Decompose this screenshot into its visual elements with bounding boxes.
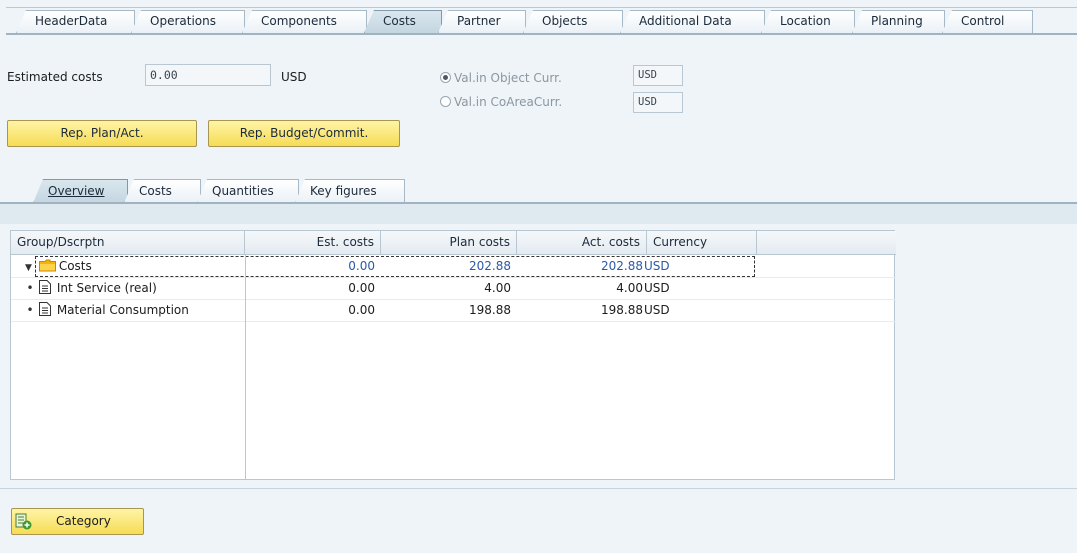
currency-label: USD (281, 70, 307, 84)
radio-unselected-icon (440, 96, 451, 107)
estimated-costs-label: Estimated costs (7, 70, 103, 84)
rep-budget-commit-button[interactable]: Rep. Budget/Commit. (208, 120, 400, 147)
tree-node-int-service[interactable]: • Int Service (real) (25, 278, 245, 299)
radio-selected-icon (440, 72, 451, 83)
footer-toolbar (0, 488, 1077, 553)
cell-currency: USD (644, 303, 670, 317)
tab-operations[interactable]: Operations (131, 10, 245, 33)
subtab-key-figures[interactable]: Key figures (295, 179, 405, 203)
subtab-band (0, 204, 1077, 224)
tab-costs[interactable]: Costs (364, 10, 442, 33)
cell-est-costs: 0.00 (348, 303, 375, 317)
category-button-label: Category (56, 514, 111, 528)
table-header: Group/Dscrptn Est. costs Plan costs Act.… (11, 231, 896, 255)
column-header-plan-costs[interactable]: Plan costs (381, 231, 517, 254)
table-row[interactable]: • Material Consumption 0.00 198.88 198.8… (11, 300, 896, 321)
tab-objects[interactable]: Objects (523, 10, 623, 33)
tab-control[interactable]: Control (942, 10, 1033, 33)
estimated-costs-field[interactable]: 0.00 (145, 64, 271, 86)
main-tabstrip: HeaderData Operations Components Costs P… (0, 0, 1077, 34)
add-category-icon (15, 513, 32, 530)
column-header-currency[interactable]: Currency (647, 231, 757, 254)
category-button[interactable]: Category (11, 508, 144, 535)
radio-coarea-currency[interactable]: Val.in CoAreaCurr. (440, 94, 562, 110)
tab-planning[interactable]: Planning (852, 10, 945, 33)
selection-focus-box (35, 256, 755, 277)
tab-components[interactable]: Components (242, 10, 367, 33)
tab-partner[interactable]: Partner (438, 10, 526, 33)
radio-object-currency[interactable]: Val.in Object Curr. (440, 70, 562, 86)
cell-plan-costs: 198.88 (469, 303, 511, 317)
subtab-overview[interactable]: Overview (33, 179, 128, 203)
tab-headerdata[interactable]: HeaderData (16, 10, 135, 33)
rep-plan-act-button[interactable]: Rep. Plan/Act. (7, 120, 197, 147)
column-header-act-costs[interactable]: Act. costs (517, 231, 647, 254)
tree-bullet-icon: • (26, 303, 34, 317)
column-header-est-costs[interactable]: Est. costs (245, 231, 381, 254)
row-separator (11, 321, 896, 322)
cell-currency: USD (644, 281, 670, 295)
table-row[interactable]: • Int Service (real) 0.00 4.00 4.00 USD (11, 278, 896, 299)
expand-triangle-icon[interactable]: ▼ (25, 258, 35, 278)
cell-act-costs: 4.00 (616, 281, 643, 295)
tab-location[interactable]: Location (761, 10, 855, 33)
coarea-currency-field: USD (633, 92, 683, 113)
cell-plan-costs: 4.00 (484, 281, 511, 295)
tree-column-divider (245, 255, 246, 480)
column-header-group[interactable]: Group/Dscrptn (11, 231, 245, 254)
tree-node-material-consumption[interactable]: • Material Consumption (25, 300, 245, 321)
tab-additional-data[interactable]: Additional Data (620, 10, 765, 33)
cell-est-costs: 0.00 (348, 281, 375, 295)
document-icon (38, 302, 51, 316)
tree-bullet-icon: • (26, 281, 34, 295)
subtab-costs[interactable]: Costs (124, 179, 201, 203)
cost-tree-table: Group/Dscrptn Est. costs Plan costs Act.… (10, 230, 896, 480)
subtab-quantities[interactable]: Quantities (197, 179, 299, 203)
tabstrip-underline (6, 33, 1077, 35)
object-currency-field: USD (633, 65, 683, 86)
cell-act-costs: 198.88 (601, 303, 643, 317)
document-icon (38, 280, 51, 294)
